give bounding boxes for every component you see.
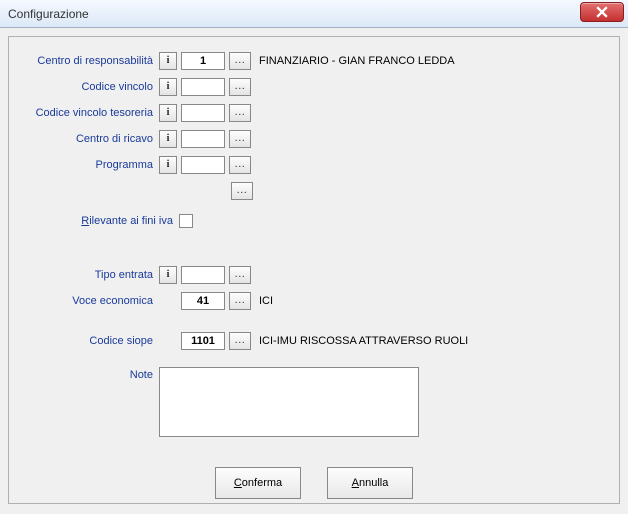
lookup-button[interactable]: ...	[229, 78, 251, 96]
lookup-button[interactable]: ...	[229, 156, 251, 174]
titlebar: Configurazione	[0, 0, 628, 28]
form-groupbox: Centro di responsabilità i ... FINANZIAR…	[8, 36, 620, 504]
label-codice-vincolo-tesoreria: Codice vincolo tesoreria	[19, 107, 159, 119]
lookup-button[interactable]: ...	[229, 266, 251, 284]
lookup-button[interactable]: ...	[229, 332, 251, 350]
window-title: Configurazione	[8, 7, 89, 21]
label-programma: Programma	[19, 159, 159, 171]
row-codice-siope: Codice siope ... ICI-IMU RISCOSSA ATTRAV…	[19, 329, 609, 353]
row-programma: Programma i ...	[19, 153, 609, 177]
centro-resp-input[interactable]	[181, 52, 225, 70]
row-centro-ricavo: Centro di ricavo i ...	[19, 127, 609, 151]
info-button[interactable]: i	[159, 266, 177, 284]
voce-economica-desc: ICI	[257, 295, 273, 307]
voce-economica-input[interactable]	[181, 292, 225, 310]
row-extra-lookup: ...	[19, 179, 609, 203]
label-tipo-entrata: Tipo entrata	[19, 269, 159, 281]
codice-siope-desc: ICI-IMU RISCOSSA ATTRAVERSO RUOLI	[257, 335, 468, 347]
rilevante-iva-checkbox[interactable]	[179, 214, 193, 228]
row-codice-vincolo: Codice vincolo i ...	[19, 75, 609, 99]
lookup-button[interactable]: ...	[229, 104, 251, 122]
label-voce-economica: Voce economica	[19, 295, 159, 307]
centro-resp-desc: FINANZIARIO - GIAN FRANCO LEDDA	[257, 55, 455, 67]
label-codice-vincolo: Codice vincolo	[19, 81, 159, 93]
dialog-button-row: Conferma Annulla	[19, 467, 609, 499]
info-button[interactable]: i	[159, 130, 177, 148]
info-button[interactable]: i	[159, 104, 177, 122]
centro-ricavo-input[interactable]	[181, 130, 225, 148]
close-icon	[596, 6, 608, 18]
programma-input[interactable]	[181, 156, 225, 174]
info-button[interactable]: i	[159, 52, 177, 70]
note-textarea[interactable]	[159, 367, 419, 437]
lookup-button[interactable]: ...	[229, 130, 251, 148]
codice-siope-input[interactable]	[181, 332, 225, 350]
lookup-button[interactable]: ...	[229, 292, 251, 310]
close-button[interactable]	[580, 2, 624, 22]
row-centro-resp: Centro di responsabilità i ... FINANZIAR…	[19, 49, 609, 73]
codice-vincolo-tesoreria-input[interactable]	[181, 104, 225, 122]
client-area: Centro di responsabilità i ... FINANZIAR…	[0, 28, 628, 514]
codice-vincolo-input[interactable]	[181, 78, 225, 96]
info-button[interactable]: i	[159, 156, 177, 174]
label-centro-ricavo: Centro di ricavo	[19, 133, 159, 145]
row-voce-economica: Voce economica ... ICI	[19, 289, 609, 313]
label-note: Note	[19, 367, 159, 381]
label-codice-siope: Codice siope	[19, 335, 159, 347]
lookup-button[interactable]: ...	[231, 182, 253, 200]
row-tipo-entrata: Tipo entrata i ...	[19, 263, 609, 287]
tipo-entrata-input[interactable]	[181, 266, 225, 284]
confirm-button[interactable]: Conferma	[215, 467, 301, 499]
row-codice-vincolo-tesoreria: Codice vincolo tesoreria i ...	[19, 101, 609, 125]
row-rilevante-iva: Rilevante ai fini iva	[19, 209, 609, 233]
row-note: Note	[19, 367, 609, 437]
cancel-button[interactable]: Annulla	[327, 467, 413, 499]
info-button[interactable]: i	[159, 78, 177, 96]
label-rilevante-iva: Rilevante ai fini iva	[19, 215, 179, 227]
label-centro-resp: Centro di responsabilità	[19, 55, 159, 67]
lookup-button[interactable]: ...	[229, 52, 251, 70]
